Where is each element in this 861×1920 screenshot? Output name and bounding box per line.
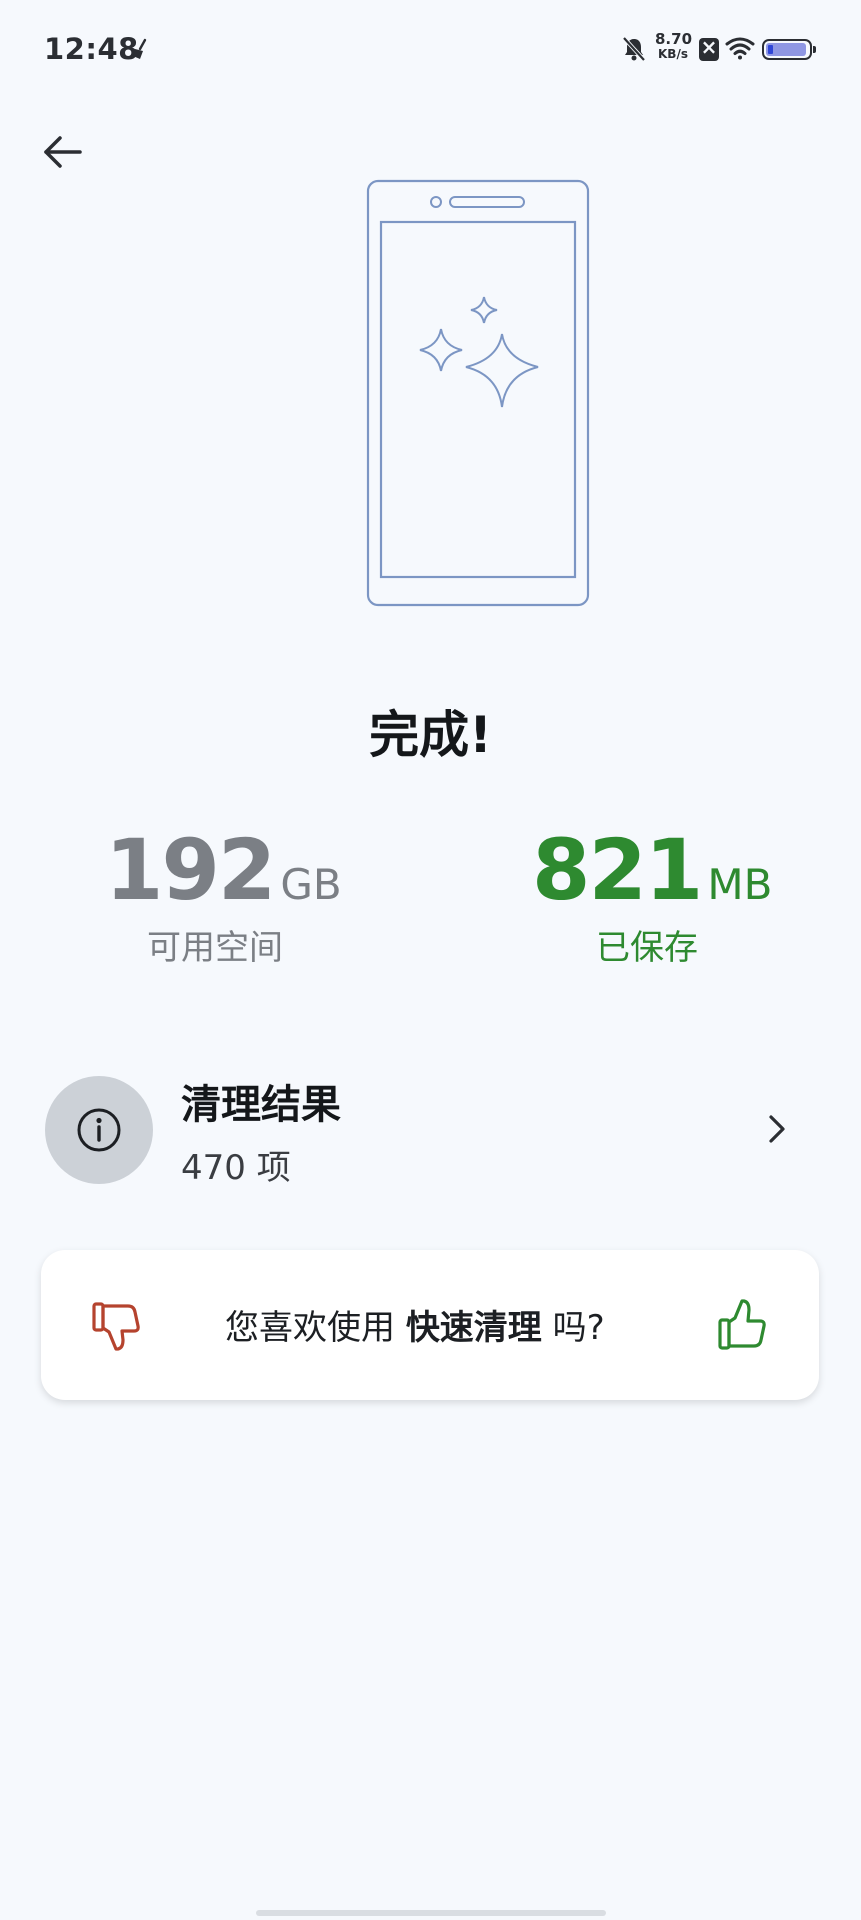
available-space-label: 可用空间 xyxy=(147,928,283,968)
wifi-icon xyxy=(725,36,755,64)
info-icon xyxy=(45,1076,153,1184)
cleanup-results-count: 470 项 xyxy=(181,1148,291,1188)
phone-sparkle-icon xyxy=(366,179,590,611)
available-space-stat: 192 GB 可用空间 xyxy=(105,820,342,969)
status-bar: 12:48 8.70 KB/s xyxy=(0,0,861,100)
net-speed-unit: KB/s xyxy=(658,47,688,61)
feedback-question: 您喜欢使用 快速清理 吗? xyxy=(225,1300,605,1349)
thumb-down-button[interactable] xyxy=(91,1298,141,1356)
net-speed-value: 8.70 xyxy=(655,30,693,48)
feedback-question-prefix: 您喜欢使用 xyxy=(225,1308,395,1348)
back-button[interactable] xyxy=(38,128,90,180)
thumb-up-button[interactable] xyxy=(717,1298,767,1356)
page-title: 完成! xyxy=(369,706,492,764)
bell-off-icon xyxy=(622,36,646,66)
saved-space-value: 821 xyxy=(532,821,703,919)
thumb-up-icon xyxy=(718,1299,766,1350)
home-indicator[interactable] xyxy=(256,1910,606,1916)
feedback-question-suffix: 吗? xyxy=(552,1308,605,1348)
saved-space-label: 已保存 xyxy=(596,928,698,968)
cleanup-results-title: 清理结果 xyxy=(181,1082,341,1128)
thumb-down-icon xyxy=(92,1302,140,1351)
saved-space-stat: 821 MB 已保存 xyxy=(532,820,772,969)
available-space-value: 192 xyxy=(105,821,276,919)
broom-icon xyxy=(131,38,149,64)
cleanup-results-row[interactable]: 清理结果 470 项 xyxy=(45,1072,815,1188)
status-time: 12:48 xyxy=(44,32,139,66)
available-space-unit: GB xyxy=(280,860,342,909)
saved-space-unit: MB xyxy=(707,860,773,909)
net-speed: 8.70 KB/s xyxy=(655,30,693,62)
feedback-card: 您喜欢使用 快速清理 吗? xyxy=(41,1250,819,1400)
chevron-right-icon xyxy=(766,1112,788,1150)
feedback-feature-name: 快速清理 xyxy=(405,1308,542,1348)
battery-icon xyxy=(762,39,816,60)
close-box-icon xyxy=(699,35,719,61)
arrow-left-icon xyxy=(44,136,82,168)
